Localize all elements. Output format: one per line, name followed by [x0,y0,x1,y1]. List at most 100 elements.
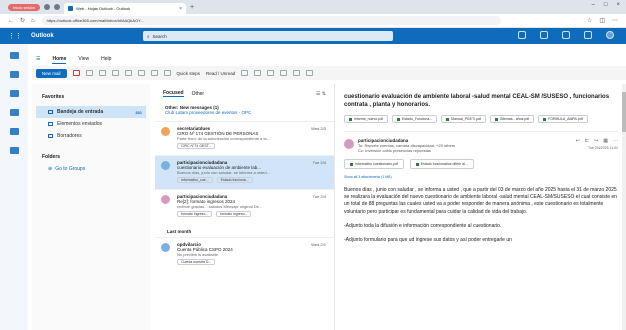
folder-label: Bandeja de entrada [57,109,104,115]
onedrive-icon[interactable] [9,147,19,154]
delete-icon[interactable] [72,70,80,76]
go-to-groups-link[interactable]: ⊕ Go to Groups [36,166,146,172]
more-icon[interactable]: ⋯ [613,138,618,144]
more-actions-icon[interactable] [306,70,314,76]
star-icon[interactable]: ☆ [587,17,592,24]
maximize-icon[interactable]: □ [604,2,608,8]
extensions-icon[interactable]: ◫ [599,17,605,24]
apps-icon[interactable]: ▦ [603,138,608,144]
new-tab-icon[interactable]: + [190,4,194,11]
attachment[interactable]: informe_nuevo.pdf [344,115,388,123]
attachment-chip[interactable]: informativo_cue... [177,177,213,183]
folder-inbox[interactable]: Bandeja de entrada 331 [36,106,146,118]
sweep-icon[interactable] [111,70,119,76]
show-all-attachments-link[interactable]: Show all 3 attachments (1 MB) [344,175,618,179]
app-launcher-icon[interactable]: ⋮⋮ [8,32,22,40]
browser-tab[interactable]: Web - Hojas Outlook - Outlook × [64,3,187,14]
banner-link[interactable]: Club Latam proveedores de eventos - OPC [165,110,324,115]
hide-navigation-icon[interactable]: ☰ [36,56,40,64]
attachment-chip[interactable]: Cuenta nuestra D... [177,259,216,265]
cc-recipients[interactable]: Cc: Inversión cobis presencias repuestas [358,148,618,153]
list-item[interactable]: secretariatdues Wed 2/3 CIRO Nº 174 GESTI… [155,121,334,155]
attachment[interactable]: Sitemas - años.pdf [489,115,535,123]
body-paragraph: Buenos días , junio con saludar , se inf… [344,187,617,215]
groups-icon[interactable] [9,109,19,116]
filter-icon[interactable]: ☰ ⇅ [316,91,326,97]
url-input[interactable]: https://outlook.office365.com/mail/inbox… [40,16,501,25]
attachment[interactable]: informativo cuestionario.pdf [344,159,404,169]
tab-focused[interactable]: Focused [163,90,184,97]
teams-icon[interactable] [540,31,548,39]
search-box[interactable]: ⌕ Search [143,31,393,41]
meet-now-icon[interactable] [518,31,526,39]
browser-tab-title: Web - Hojas Outlook - Outlook [76,6,131,11]
folder-sent[interactable]: Elementos enviados [36,118,146,130]
attachment-chip[interactable]: CIRC N°74 GEST... [177,143,216,149]
list-item[interactable]: participacionciudadana Tue 2/4 Re[2]: for… [155,189,334,223]
attachment[interactable]: Manual_PGETI.pdf [441,115,486,123]
profile-button[interactable]: Inicio sesión [8,3,41,11]
read-unread-button[interactable]: Read / Unread [206,71,235,76]
attachment[interactable]: FORMULA_AMPA.pdf [538,115,588,123]
todo-icon[interactable] [9,128,19,135]
notifications-icon[interactable] [562,31,570,39]
close-window-icon[interactable]: × [616,2,620,8]
settings-icon[interactable] [584,31,592,39]
reading-scrollbar[interactable] [622,84,626,330]
attachment[interactable]: Estado funcionarios diferir al... [409,159,474,169]
calendar-icon[interactable] [9,71,19,78]
flag-icon[interactable] [254,70,262,76]
tag-icon[interactable] [241,70,249,76]
back-icon[interactable]: ← [8,18,14,24]
tab-other[interactable]: Other [192,91,205,97]
tab-help[interactable]: Help [101,56,111,64]
message-preview: Buenos días, junio con saludar, se infor… [177,170,270,175]
quick-steps-button[interactable]: Quick steps [177,71,201,76]
attachment-chip[interactable]: Estado funciona... [216,177,253,183]
attachment-chip[interactable]: formato ingreso... [216,211,252,217]
attachment[interactable]: Estado_Funciona... [392,115,438,123]
body-paragraph: -Adjunto toda la difusión e información … [344,222,502,229]
unread-count: 331 [135,109,142,115]
reply-icon[interactable]: ↩ [576,138,580,144]
forward-icon[interactable]: ↪ [594,138,598,144]
tab-actions-icon[interactable] [54,4,61,10]
mail-icon[interactable] [9,52,19,59]
undo-icon[interactable] [293,70,301,76]
folder-drafts[interactable]: Borradores [36,130,146,142]
home-icon[interactable]: ⌂ [31,18,35,24]
header-icons [518,31,614,39]
pin-icon[interactable] [267,70,275,76]
reply-all-icon[interactable]: ⇇ [585,138,589,144]
go-to-groups-label: Go to Groups [55,166,86,172]
reply-icon[interactable] [137,70,145,76]
tab-home[interactable]: Home [52,56,67,64]
other-banner[interactable]: Other: New messages (1) Club Latam prove… [155,103,334,121]
section-header[interactable]: Last month [155,223,334,237]
favorites-heading[interactable]: Favorites [42,94,146,100]
list-item-selected[interactable]: participacionciudadana Tue 2/4 cuestionar… [155,155,334,189]
tab-view[interactable]: View [78,56,89,64]
sender-avatar [161,127,170,136]
list-item[interactable]: opdvilarcio Wed 2/1 Cuenta Pública CSPO 2… [155,237,334,271]
settings-more-icon[interactable]: ⋯ [612,17,618,24]
minimize-icon[interactable]: – [592,2,595,8]
refresh-icon[interactable]: ↻ [20,17,25,24]
move-to-icon[interactable] [124,70,132,76]
outlook-header: ⋮⋮ Outlook ⌕ Search [0,28,626,44]
attachment-chip[interactable]: formato ingreso... [177,211,213,217]
forward-icon[interactable] [163,70,171,76]
new-mail-button[interactable]: New mail [36,68,67,78]
account-avatar[interactable] [606,31,614,39]
people-icon[interactable] [9,90,19,97]
archive-icon[interactable] [85,70,93,76]
reply-all-icon[interactable] [150,70,158,76]
message-time: Tue 2/4 [312,160,326,165]
report-icon[interactable] [98,70,106,76]
close-tab-icon[interactable]: × [179,6,182,12]
scrollbar-thumb[interactable] [622,92,626,132]
workspaces-icon[interactable] [44,4,51,10]
snooze-icon[interactable] [280,70,288,76]
folders-heading[interactable]: Folders [42,154,146,160]
message-time: Tue 2/4 [312,194,326,199]
